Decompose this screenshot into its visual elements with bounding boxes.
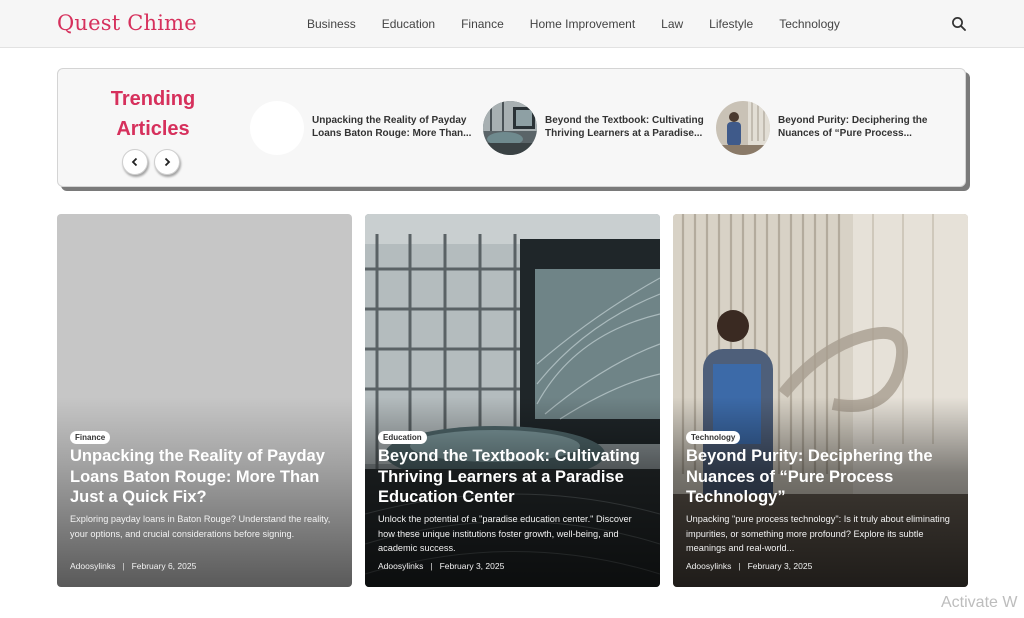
trending-item-title-line: Unpacking the Reality of Payday [312,115,467,126]
card-author[interactable]: Adoosylinks [378,561,423,571]
nav-item-home-improvement[interactable]: Home Improvement [530,17,635,31]
nav-item-business[interactable]: Business [307,17,356,31]
card-excerpt: Unlock the potential of a "paradise educ… [378,514,632,553]
card-title[interactable]: Beyond Purity: Deciphering the Nuances o… [686,446,958,508]
activate-windows-watermark: Activate W [941,594,1018,611]
category-badge[interactable]: Technology [686,431,741,444]
trending-thumbnail [716,101,770,155]
card-author[interactable]: Adoosylinks [70,561,115,571]
chevron-left-icon [131,157,138,167]
trending-title-line2: Articles [116,118,190,140]
trending-item-title[interactable]: Unpacking the Reality of Payday Loans Ba… [312,115,480,140]
nav-item-technology[interactable]: Technology [779,17,840,31]
trending-thumbnail [250,101,304,155]
card-title[interactable]: Unpacking the Reality of Payday Loans Ba… [70,446,342,508]
trending-thumbnail [483,101,537,155]
workshop-thumbnail-image [716,101,770,155]
article-card[interactable]: Technology Beyond Purity: Deciphering th… [673,214,968,587]
trending-item-title-line: Loans Baton Rouge: More Than... [312,127,472,139]
trending-next-button[interactable] [154,149,180,175]
trending-item-title[interactable]: Beyond the Textbook: Cultivating Thrivin… [545,115,713,140]
article-card[interactable]: Education Beyond the Textbook: Cultivati… [365,214,660,587]
trending-item-title-line: Thriving Learners at a Paradise... [545,127,703,139]
card-author[interactable]: Adoosylinks [686,561,731,571]
article-card[interactable]: Finance Unpacking the Reality of Payday … [57,214,352,587]
card-title[interactable]: Beyond the Textbook: Cultivating Thrivin… [378,446,650,508]
nav-item-lifestyle[interactable]: Lifestyle [709,17,753,31]
trending-item-title-line: Beyond Purity: Deciphering the [778,115,928,126]
category-badge[interactable]: Education [378,431,427,444]
trending-title: Trending Articles [108,84,198,144]
nav-item-education[interactable]: Education [382,17,435,31]
category-badge[interactable]: Finance [70,431,111,444]
showroom-thumbnail-image [483,101,537,155]
card-meta: Adoosylinks | February 6, 2025 [70,561,196,571]
meta-separator: | [738,561,741,571]
nav-item-finance[interactable]: Finance [461,17,504,31]
trending-item-title-line: Beyond the Textbook: Cultivating [545,115,704,126]
site-header: Quest Chime Business Education Finance H… [0,0,1024,48]
chevron-right-icon [164,157,171,167]
trending-prev-button[interactable] [122,149,148,175]
card-date: February 6, 2025 [131,561,197,571]
card-date: February 3, 2025 [747,561,813,571]
trending-title-line1: Trending [110,88,196,110]
card-meta: Adoosylinks | February 3, 2025 [686,561,812,571]
site-logo[interactable]: Quest Chime [57,11,197,35]
meta-separator: | [122,561,125,571]
trending-item-title-line: Nuances of “Pure Process... [778,127,912,139]
main-nav: Business Education Finance Home Improvem… [294,0,853,48]
search-icon[interactable] [951,16,967,32]
card-date: February 3, 2025 [439,561,505,571]
card-meta: Adoosylinks | February 3, 2025 [378,561,504,571]
card-excerpt: Exploring payday loans in Baton Rouge? U… [70,514,331,539]
trending-articles-box: Trending Articles Unpacking the Reality … [57,68,966,187]
trending-item-title[interactable]: Beyond Purity: Deciphering the Nuances o… [778,115,946,140]
meta-separator: | [430,561,433,571]
card-excerpt: Unpacking "pure process technology": Is … [686,514,950,553]
nav-item-law[interactable]: Law [661,17,683,31]
